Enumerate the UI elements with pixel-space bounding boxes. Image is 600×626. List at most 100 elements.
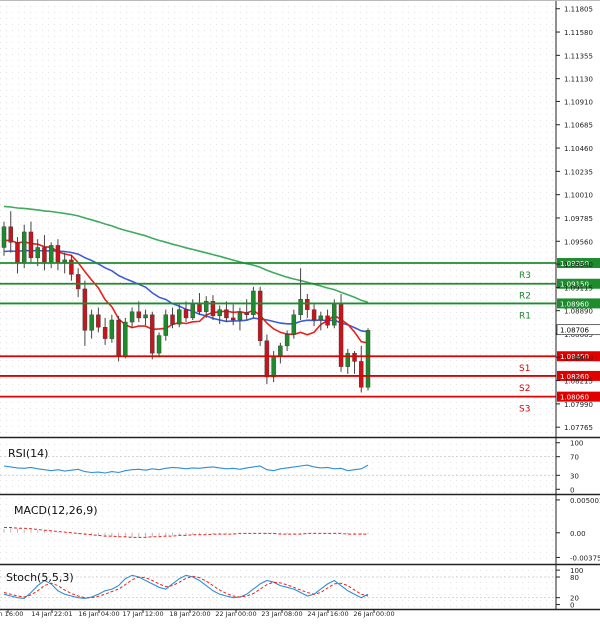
price-tick-label: 1.10910	[564, 98, 593, 106]
time-tick-label: 22 Jan 00:00	[215, 610, 256, 618]
candle-body	[190, 304, 195, 319]
price-tick-label: 1.08215	[564, 378, 593, 386]
candle-body	[284, 334, 290, 347]
candle-body	[156, 335, 162, 354]
candle-body	[69, 259, 74, 275]
time-tick-label: 24 Jan 16:00	[307, 610, 348, 618]
price-tick-label: 1.10235	[564, 168, 593, 176]
candle-body	[352, 352, 357, 362]
candle-body	[318, 315, 324, 321]
macd-tick-label: 0.00	[570, 530, 586, 538]
candle-body	[1, 226, 7, 248]
rsi-tick-label: 0	[570, 486, 574, 494]
candle-body	[163, 314, 168, 336]
time-tick-label: 17 Jan 12:00	[122, 610, 163, 618]
candle-body	[298, 299, 303, 316]
price-tick-label: 1.09560	[564, 238, 593, 246]
candle-body	[305, 299, 310, 310]
price-tick-label: 1.10685	[564, 122, 593, 130]
candle[interactable]	[251, 286, 256, 318]
level-label: R2	[519, 292, 531, 302]
candle-body	[170, 314, 175, 325]
stoch-tick-label: 0	[570, 602, 574, 610]
candle-body	[177, 309, 182, 325]
candle-body	[338, 304, 344, 367]
candle-body	[75, 274, 81, 290]
candle-body	[291, 314, 297, 335]
candle-body	[257, 290, 263, 341]
price-tick-label: 1.07990	[564, 401, 593, 409]
candle-body	[271, 356, 276, 378]
candle-body	[15, 242, 20, 264]
candle-body	[143, 314, 148, 319]
panel-background	[0, 439, 556, 493]
candle-body	[28, 231, 34, 259]
price-tick-label: 1.11355	[564, 52, 593, 60]
candle-body	[96, 314, 101, 328]
rsi-tick-label: 100	[570, 440, 583, 448]
price-tick-label: 1.09340	[564, 261, 593, 269]
price-tick-label: 1.08440	[564, 354, 593, 362]
price-tick-label: 1.11130	[564, 76, 593, 84]
macd-tick-label: 0.005003	[570, 497, 600, 505]
candle-body	[359, 361, 364, 388]
candle-body	[311, 309, 317, 321]
candle-body	[244, 312, 249, 316]
candle-body	[237, 312, 243, 321]
price-tick-label: 1.11580	[564, 29, 593, 37]
candle-body	[217, 309, 222, 317]
candle-body	[55, 245, 61, 264]
candle-body	[150, 314, 155, 354]
candle[interactable]	[123, 317, 128, 359]
candle-body	[8, 226, 13, 243]
candle-body	[278, 345, 283, 357]
candle[interactable]	[338, 294, 344, 372]
candle-body	[89, 314, 94, 331]
candle-body	[22, 231, 27, 264]
level-label: R1	[519, 311, 531, 321]
candle[interactable]	[365, 328, 371, 391]
candle-body	[42, 247, 47, 264]
candle-body	[116, 319, 121, 357]
level-label: S3	[519, 405, 530, 415]
panel-background	[0, 2, 556, 436]
candle-body	[264, 340, 270, 378]
candle-body	[109, 319, 115, 339]
candle[interactable]	[116, 315, 121, 362]
rsi-tick-label: 70	[570, 454, 579, 462]
candle-body	[345, 352, 350, 367]
candle-body	[102, 327, 108, 339]
rsi-tick-label: 30	[570, 472, 579, 480]
candle-body	[129, 311, 135, 323]
price-tick-label: 1.07765	[564, 424, 593, 432]
candle-body	[332, 304, 337, 326]
candle-body	[325, 315, 330, 326]
price-tick-label: 1.11805	[564, 6, 593, 14]
candle-body	[183, 309, 189, 319]
trading-chart-window: R3 1.09350 R2 1.09150 R1 1.08960 S1 1.08450 S2 1.…	[0, 0, 600, 622]
time-tick-label: Jan 16:00	[0, 610, 23, 618]
candle-body	[123, 321, 128, 357]
time-tick-label: 14 Jan 22:01	[31, 610, 72, 618]
candle-body	[365, 330, 371, 388]
candle-body	[136, 311, 142, 319]
rsi-label: RSI(14)	[8, 447, 48, 460]
time-tick-label: 23 Jan 08:00	[261, 610, 302, 618]
candle-body	[197, 304, 202, 312]
time-tick-label: 16 Jan 04:00	[78, 610, 119, 618]
price-tick-label: 1.10460	[564, 145, 593, 153]
macd-label: MACD(12,26,9)	[14, 504, 98, 517]
price-tick-label: 1.09115	[564, 284, 593, 292]
chart-svg: R31.09350R21.09150R11.08960S11.08450S21.…	[0, 0, 600, 618]
price-tick-label: 1.10010	[564, 192, 593, 200]
candle[interactable]	[257, 286, 263, 346]
stoch-tick-label: 80	[570, 574, 579, 582]
panel-background	[0, 566, 556, 608]
time-tick-label: 18 Jan 20:00	[169, 610, 210, 618]
time-tick-label: 26 Jan 00:00	[353, 610, 394, 618]
candle-body	[230, 317, 236, 321]
price-tick-label: 1.09785	[564, 215, 593, 223]
level-label: S2	[519, 384, 530, 394]
current-price-tag: 1.08706	[556, 324, 600, 336]
candle[interactable]	[150, 311, 155, 360]
